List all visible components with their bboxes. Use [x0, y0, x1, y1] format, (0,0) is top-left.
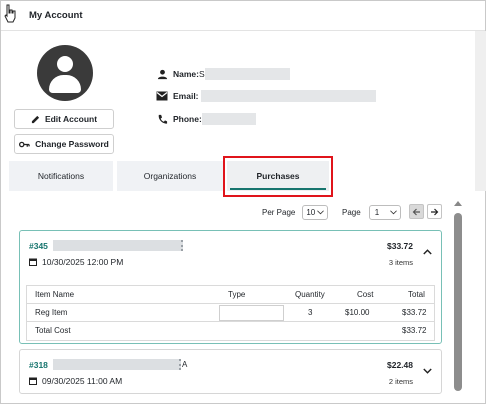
item-quantity-cell: 3: [308, 308, 313, 317]
calendar-icon: [29, 258, 37, 266]
tab-organizations[interactable]: Organizations: [117, 161, 223, 191]
edit-account-button[interactable]: Edit Account: [14, 109, 114, 129]
page-label: Page: [342, 207, 361, 217]
order-total: $22.48: [387, 360, 413, 370]
edit-account-label: Edit Account: [44, 114, 98, 124]
tab-notifications-label: Notifications: [37, 171, 85, 181]
person-icon: [157, 69, 167, 79]
per-page-select[interactable]: 10: [302, 204, 329, 220]
column-header-item-name: Item Name: [35, 290, 75, 299]
order-date: 09/30/2025 11:00 AM: [29, 376, 122, 386]
order-card[interactable]: #345 10/30/2025 12:00 PM $33.72 3 items …: [19, 230, 442, 344]
highlight-box: [223, 156, 333, 197]
tab-organizations-label: Organizations: [143, 171, 197, 181]
change-password-label: Change Password: [35, 139, 109, 149]
content-scrollbar[interactable]: [451, 201, 465, 391]
per-page-value: 10: [306, 207, 316, 217]
per-page-label: Per Page: [262, 207, 296, 217]
scroll-up-arrow-icon[interactable]: [454, 201, 462, 206]
column-header-quantity: Quantity: [295, 290, 325, 299]
phone-row: Phone:: [156, 111, 256, 127]
cursor-hand-icon: [4, 4, 16, 23]
order-date-text: 10/30/2025 12:00 PM: [42, 257, 124, 267]
order-number: #345: [29, 241, 48, 251]
page-select[interactable]: 1: [368, 204, 401, 220]
order-card[interactable]: #318 A 09/30/2025 11:00 AM $22.48 2 item…: [19, 349, 442, 394]
previous-page-button[interactable]: [409, 204, 424, 219]
email-row: Email:: [156, 88, 376, 104]
mail-icon: [156, 91, 168, 101]
pencil-icon: [31, 115, 40, 123]
order-items-table: Item Name Type Quantity Cost Total Reg I…: [26, 285, 435, 341]
header-bar: My Account: [1, 1, 485, 31]
name-row: Name: S: [156, 66, 290, 82]
phone-label: Phone:: [173, 114, 202, 124]
email-label: Email:: [173, 91, 199, 101]
table-footer-row: Total Cost $33.72: [27, 322, 434, 340]
page-scrollbar-track[interactable]: [475, 31, 486, 191]
order-total: $33.72: [387, 241, 413, 251]
phone-icon: [158, 114, 167, 124]
app-window: My Account Edit Account Change Password …: [0, 0, 486, 404]
name-redacted: [204, 68, 290, 80]
arrow-right-icon: [431, 208, 439, 215]
column-header-total: Total: [408, 290, 425, 299]
item-total-cell: $33.72: [402, 308, 427, 317]
total-cost-value: $33.72: [402, 326, 427, 335]
order-date: 10/30/2025 12:00 PM: [29, 257, 123, 267]
chevron-down-icon: [389, 209, 397, 214]
order-name-tail: A: [182, 360, 188, 369]
order-date-text: 09/30/2025 11:00 AM: [42, 376, 123, 386]
avatar: [37, 45, 93, 101]
page-control: Page 1: [342, 204, 401, 220]
page-title: My Account: [29, 10, 83, 21]
expand-order-button[interactable]: [422, 366, 432, 376]
scrollbar-thumb[interactable]: [454, 213, 462, 391]
page-value: 1: [374, 207, 380, 217]
item-name-cell: Reg Item: [35, 308, 68, 317]
table-row: Reg Item 3 $10.00 $33.72: [27, 304, 434, 322]
table-header-row: Item Name Type Quantity Cost Total: [27, 286, 434, 304]
order-name-redacted: [53, 240, 183, 251]
column-header-cost: Cost: [357, 290, 374, 299]
column-header-type: Type: [228, 290, 246, 299]
chevron-down-icon: [317, 209, 325, 214]
per-page-control: Per Page 10: [262, 204, 329, 220]
key-icon: [19, 141, 30, 147]
order-number: #318: [29, 360, 48, 370]
tab-notifications[interactable]: Notifications: [9, 161, 113, 191]
chevron-down-icon: [422, 368, 432, 374]
phone-redacted: [201, 113, 256, 125]
item-type-cell: [219, 305, 284, 321]
collapse-order-button[interactable]: [422, 247, 432, 257]
email-redacted: [200, 90, 376, 102]
chevron-up-icon: [422, 249, 432, 255]
order-item-count: 3 items: [388, 258, 413, 267]
item-cost-cell: $10.00: [345, 308, 370, 317]
arrow-left-icon: [412, 208, 420, 215]
name-label: Name:: [173, 69, 199, 79]
order-item-count: 2 items: [388, 377, 413, 386]
calendar-icon: [29, 377, 37, 385]
total-cost-label: Total Cost: [35, 326, 71, 335]
order-name-redacted: [53, 359, 181, 370]
next-page-button[interactable]: [427, 204, 442, 219]
change-password-button[interactable]: Change Password: [14, 134, 114, 154]
